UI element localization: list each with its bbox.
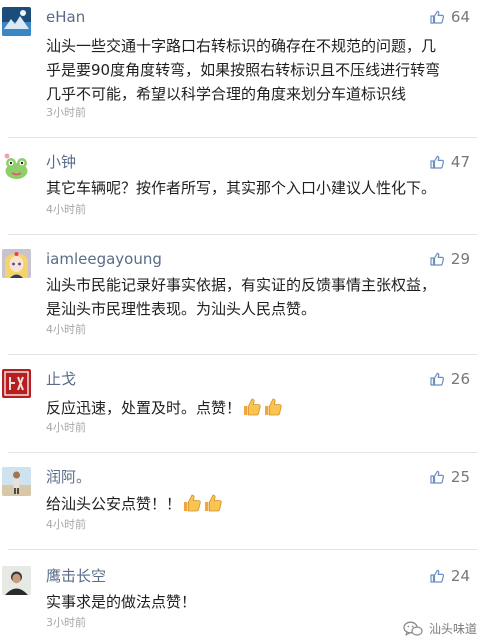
divider [8,234,477,235]
divider [8,354,477,355]
comment-text-line: 乎是要90度角度转弯，如果按照右转标识且不压线进行转弯 [46,61,441,79]
comment-timestamp: 3小时前 [46,616,86,629]
comment-timestamp: 4小时前 [46,518,86,531]
comment-text-line: 几乎不可能，希望以科学合理的角度来划分车道标识线 [46,85,407,103]
watermark: 汕头味道 [403,620,477,637]
comment-timestamp: 3小时前 [46,106,86,119]
thumbs-up-icon [430,372,444,386]
thumbs-up-emoji-icon [242,397,262,424]
comment-text-line: 汕头市民能记录好事实依据，有实证的反馈事情主张权益， [46,276,437,294]
like-count: 25 [450,468,470,486]
like-count: 24 [450,567,470,585]
like-count: 47 [450,153,470,171]
comment-text-line: 其它车辆呢？按作者所写，其实那个入口小建议人性化下。 [46,179,437,197]
commenter-name[interactable]: 润阿。 [46,467,91,487]
commenter-name[interactable]: 止戈 [46,369,76,389]
comment-text: 汕头市民能记录好事实依据，有实证的反馈事情主张权益， 是汕头市民理性表现。为汕头… [46,273,470,321]
comment-text: 给汕头公安点赞！！ [46,492,470,520]
like-button[interactable]: 29 [430,249,470,269]
comment-text: 实事求是的做法点赞！ [46,590,470,614]
divider [8,452,477,453]
comment-text-line: 给汕头公安点赞！！ [46,495,182,513]
like-count: 26 [450,370,470,388]
like-button[interactable]: 24 [430,566,470,586]
like-count: 64 [450,8,470,26]
comment-timestamp: 4小时前 [46,421,86,434]
divider [8,549,477,550]
comment-text-line: 汕头一些交通十字路口右转标识的确存在不规范的问题，几 [46,37,437,55]
like-button[interactable]: 26 [430,369,470,389]
comment-text-line: 是汕头市民理性表现。为汕头人民点赞。 [46,300,317,318]
comment-text: 汕头一些交通十字路口右转标识的确存在不规范的问题，几 乎是要90度角度转弯，如果… [46,34,470,106]
thumbs-up-emoji-icon [263,397,283,424]
anime-avatar-icon[interactable] [2,249,31,278]
commenter-name[interactable]: iamleegayoung [46,249,162,269]
cartoon-frog-avatar-icon[interactable] [2,152,31,181]
thumbs-up-emoji-icon [182,493,202,520]
comment-text: 其它车辆呢？按作者所写，其实那个入口小建议人性化下。 [46,176,470,200]
commenter-name[interactable]: 小钟 [46,152,76,172]
comment-timestamp: 4小时前 [46,323,86,336]
comment-text: 反应迅速，处置及时。点赞！ [46,396,470,424]
divider [8,137,477,138]
thumbs-up-icon [430,569,444,583]
wechat-logo-icon [403,621,423,636]
person-portrait-avatar-icon[interactable] [2,566,31,595]
red-seal-avatar-icon[interactable] [2,369,31,398]
commenter-name[interactable]: 鹰击长空 [46,566,106,586]
like-button[interactable]: 64 [430,7,470,27]
beach-person-avatar-icon[interactable] [2,467,31,496]
like-count: 29 [450,250,470,268]
comment-text-line: 反应迅速，处置及时。点赞！ [46,399,242,417]
like-button[interactable]: 25 [430,467,470,487]
thumbs-up-icon [430,155,444,169]
commenter-name[interactable]: eHan [46,7,85,27]
like-button[interactable]: 47 [430,152,470,172]
watermark-text: 汕头味道 [428,622,477,636]
thumbs-up-icon [430,470,444,484]
thumbs-up-icon [430,10,444,24]
comment-timestamp: 4小时前 [46,203,86,216]
thumbs-up-emoji-icon [203,493,223,520]
thumbs-up-icon [430,252,444,266]
landscape-avatar-icon[interactable] [2,7,31,36]
comment-text-line: 实事求是的做法点赞！ [46,593,197,611]
